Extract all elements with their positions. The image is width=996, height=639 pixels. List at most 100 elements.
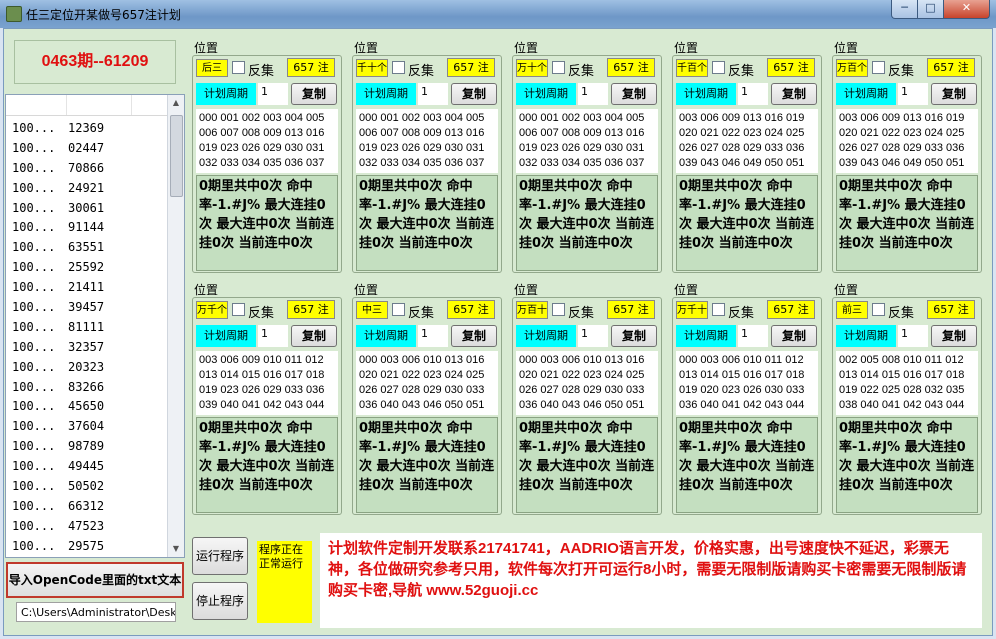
notes-count-field[interactable]: 657 注 xyxy=(447,300,495,319)
list-item[interactable]: 100... 32357 xyxy=(6,340,128,360)
reverse-checkbox[interactable] xyxy=(872,303,885,316)
copy-button[interactable]: 复制 xyxy=(771,83,817,105)
file-path-field[interactable]: C:\Users\Administrator\Desk xyxy=(16,602,176,622)
notes-count-field[interactable]: 657 注 xyxy=(927,58,975,77)
plan-numbers-box[interactable]: 000 001 002 003 004 005 006 007 008 009 … xyxy=(516,109,658,173)
reverse-checkbox[interactable] xyxy=(712,61,725,74)
reverse-checkbox[interactable] xyxy=(232,61,245,74)
reverse-checkbox[interactable] xyxy=(232,303,245,316)
draw-history-list[interactable]: 100... 12369 100... 02447 100... 70866 100... 2… xyxy=(5,94,185,558)
reverse-checkbox[interactable] xyxy=(712,303,725,316)
list-item[interactable]: 100... 47523 xyxy=(6,519,128,539)
list-item[interactable]: 100... 83266 xyxy=(6,380,128,400)
list-item[interactable]: 100... 25592 xyxy=(6,260,128,280)
plan-period-input[interactable]: 1 xyxy=(578,83,608,105)
list-item[interactable]: 100... 91144 xyxy=(6,220,128,240)
plan-numbers-box[interactable]: 000 001 002 003 004 005 006 007 008 009 … xyxy=(356,109,498,173)
maximize-button[interactable]: □ xyxy=(917,0,944,19)
stop-program-button[interactable]: 停止程序 xyxy=(192,582,248,620)
list-item[interactable]: 100... 24921 xyxy=(6,181,128,201)
plan-period-input[interactable]: 1 xyxy=(898,83,928,105)
list-item[interactable]: 100... 49445 xyxy=(6,459,128,479)
position-selector[interactable]: 前三 xyxy=(836,301,868,319)
list-item[interactable]: 100... 45650 xyxy=(6,399,128,419)
position-selector[interactable]: 万千十 xyxy=(676,301,708,319)
window-title: 任三定位开某做号657注计划 xyxy=(26,8,181,22)
plan-period-input[interactable]: 1 xyxy=(738,325,768,347)
minimize-button[interactable]: ─ xyxy=(891,0,918,19)
list-item[interactable]: 100... 70866 xyxy=(6,161,128,181)
position-selector[interactable]: 万十个 xyxy=(516,59,548,77)
plan-period-input[interactable]: 1 xyxy=(418,83,448,105)
copy-button[interactable]: 复制 xyxy=(291,325,337,347)
list-item-id: 100... xyxy=(12,518,56,533)
plan-numbers-box[interactable]: 003 006 009 013 016 019 020 021 022 023 … xyxy=(676,109,818,173)
reverse-checkbox[interactable] xyxy=(552,61,565,74)
plan-numbers-box[interactable]: 000 001 002 003 004 005 006 007 008 009 … xyxy=(196,109,338,173)
position-selector[interactable]: 万千个 xyxy=(196,301,228,319)
plan-numbers-box[interactable]: 003 006 009 010 011 012 013 014 015 016 … xyxy=(196,351,338,415)
plan-period-input[interactable]: 1 xyxy=(578,325,608,347)
list-scrollbar[interactable]: ▲ ▼ xyxy=(167,95,184,557)
list-item[interactable]: 100... 66312 xyxy=(6,499,128,519)
list-item[interactable]: 100... 98789 xyxy=(6,439,128,459)
plan-numbers-box[interactable]: 002 005 008 010 011 012 013 014 015 016 … xyxy=(836,351,978,415)
notes-count-field[interactable]: 657 注 xyxy=(447,58,495,77)
notes-count-field[interactable]: 657 注 xyxy=(767,300,815,319)
notes-count-field[interactable]: 657 注 xyxy=(927,300,975,319)
list-item[interactable]: 100... 12369 xyxy=(6,121,128,141)
plan-period-input[interactable]: 1 xyxy=(418,325,448,347)
copy-button[interactable]: 复制 xyxy=(451,83,497,105)
plan-numbers-box[interactable]: 000 003 006 010 013 016 020 021 022 023 … xyxy=(516,351,658,415)
list-item[interactable]: 100... 39457 xyxy=(6,300,128,320)
run-program-button[interactable]: 运行程序 xyxy=(192,537,248,575)
plan-period-input[interactable]: 1 xyxy=(738,83,768,105)
scroll-thumb[interactable] xyxy=(170,115,183,197)
notes-count-field[interactable]: 657 注 xyxy=(607,300,655,319)
copy-button[interactable]: 复制 xyxy=(771,325,817,347)
notes-count-field[interactable]: 657 注 xyxy=(767,58,815,77)
position-selector[interactable]: 后三 xyxy=(196,59,228,77)
copy-button[interactable]: 复制 xyxy=(291,83,337,105)
plan-numbers-box[interactable]: 000 003 006 010 013 016 020 021 022 023 … xyxy=(356,351,498,415)
scroll-down-icon[interactable]: ▼ xyxy=(168,541,184,557)
notes-count-field[interactable]: 657 注 xyxy=(287,300,335,319)
plan-period-input[interactable]: 1 xyxy=(898,325,928,347)
copy-button[interactable]: 复制 xyxy=(611,325,657,347)
plan-numbers-box[interactable]: 003 006 009 013 016 019 020 021 022 023 … xyxy=(836,109,978,173)
list-item[interactable]: 100... 20323 xyxy=(6,360,128,380)
plan-numbers-box[interactable]: 000 003 006 010 011 012 013 014 015 016 … xyxy=(676,351,818,415)
list-item-id: 100... xyxy=(12,479,56,494)
notes-count-field[interactable]: 657 注 xyxy=(607,58,655,77)
list-item[interactable]: 100... 29575 xyxy=(6,539,128,557)
reverse-checkbox[interactable] xyxy=(872,61,885,74)
position-selector[interactable]: 万百十 xyxy=(516,301,548,319)
reverse-checkbox[interactable] xyxy=(392,303,405,316)
copy-button[interactable]: 复制 xyxy=(931,83,977,105)
copy-button[interactable]: 复制 xyxy=(931,325,977,347)
copy-button[interactable]: 复制 xyxy=(451,325,497,347)
position-selector[interactable]: 千十个 xyxy=(356,59,388,77)
plan-period-input[interactable]: 1 xyxy=(258,83,288,105)
copy-button[interactable]: 复制 xyxy=(611,83,657,105)
scroll-up-icon[interactable]: ▲ xyxy=(168,95,184,111)
list-header[interactable] xyxy=(6,95,184,116)
plan-period-input[interactable]: 1 xyxy=(258,325,288,347)
position-selector[interactable]: 中三 xyxy=(356,301,388,319)
reverse-checkbox[interactable] xyxy=(552,303,565,316)
list-item[interactable]: 100... 21411 xyxy=(6,280,128,300)
notes-count-field[interactable]: 657 注 xyxy=(287,58,335,77)
list-item[interactable]: 100... 37604 xyxy=(6,419,128,439)
list-item[interactable]: 100... 30061 xyxy=(6,201,128,221)
list-item[interactable]: 100... 81111 xyxy=(6,320,128,340)
plan-panel: 位置 万千个 反集 657 注计划周期 1 复制 003 006 009 010 011 0… xyxy=(192,283,342,515)
reverse-checkbox[interactable] xyxy=(392,61,405,74)
position-selector[interactable]: 万百个 xyxy=(836,59,868,77)
position-selector[interactable]: 千百个 xyxy=(676,59,708,77)
list-item[interactable]: 100... 63551 xyxy=(6,240,128,260)
list-item[interactable]: 100... 50502 xyxy=(6,479,128,499)
import-txt-button[interactable]: 导入OpenCode里面的txt文本 xyxy=(6,562,184,598)
close-button[interactable]: ✕ xyxy=(943,0,990,19)
plan-period-label: 计划周期 xyxy=(516,325,576,347)
list-item[interactable]: 100... 02447 xyxy=(6,141,128,161)
